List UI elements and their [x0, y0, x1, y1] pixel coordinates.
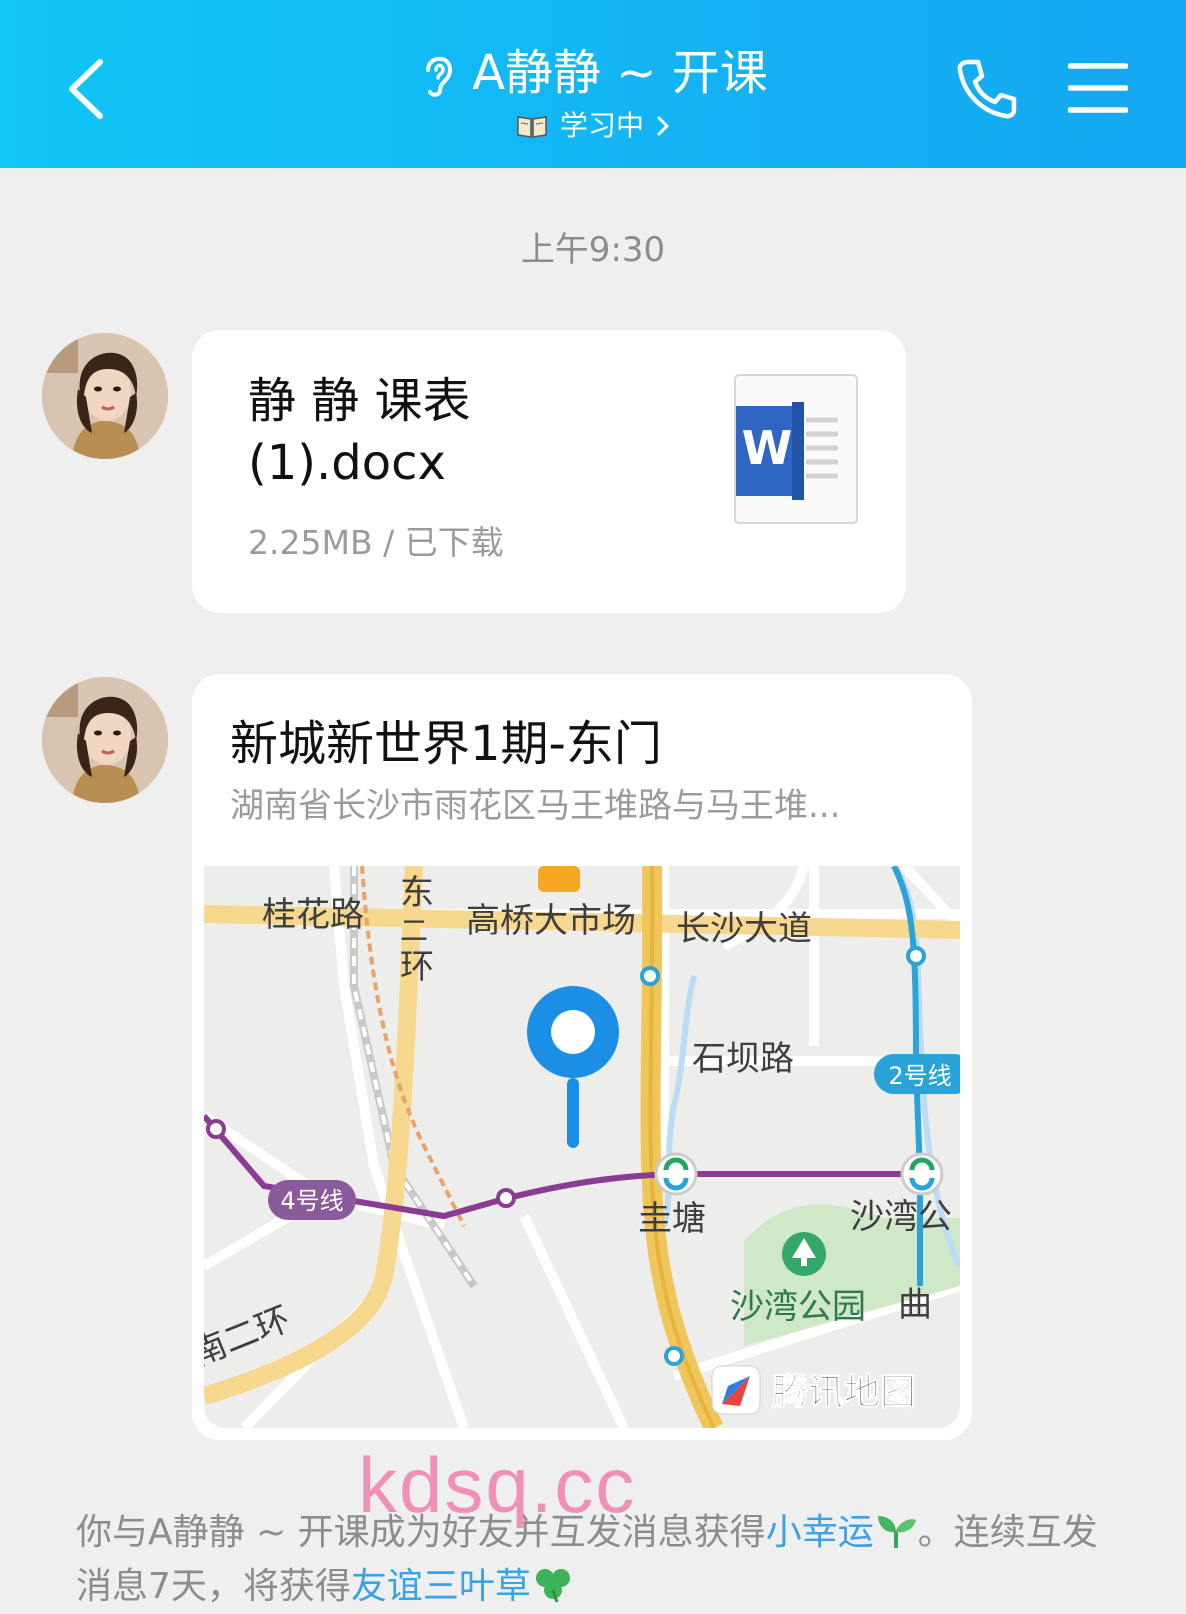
menu-icon[interactable]: [1068, 60, 1128, 116]
map-label-qu: 曲: [898, 1285, 932, 1325]
map-label-shawan: 沙湾公: [850, 1197, 952, 1237]
location-name: 新城新世界1期-东门: [230, 716, 662, 772]
map-label-er: 二: [400, 914, 428, 947]
book-icon: [517, 116, 547, 138]
avatar[interactable]: [42, 677, 168, 803]
message-timestamp: 上午9:30: [520, 230, 666, 270]
map-label-huan: 环: [400, 947, 434, 987]
location-address: 湖南省长沙市雨花区马王堆路与马王堆...: [230, 786, 841, 826]
file-name: 静 静 课表 (1).docx: [248, 373, 471, 491]
tencent-maps-logo: 腾讯地图: [711, 1365, 917, 1415]
chat-header: A静静 ~ 开课 学习中: [0, 0, 1186, 168]
map-label-line2: 2号线: [888, 1062, 951, 1090]
map-label-guitang: 圭塘: [638, 1199, 706, 1239]
avatar-photo: [42, 677, 168, 803]
location-message-bubble[interactable]: 新城新世界1期-东门 湖南省长沙市雨花区马王堆路与马王堆... 4号线 2号线 …: [192, 674, 972, 1440]
avatar[interactable]: [42, 333, 168, 459]
map-label-guihua-road: 桂花路: [262, 895, 364, 935]
contact-name: A静静 ~ 开课: [472, 45, 768, 101]
map-label-shawan-park: 沙湾公园: [730, 1287, 866, 1327]
notice-link-clover[interactable]: 友谊三叶草: [351, 1566, 531, 1607]
map-label-shiba-road: 石坝路: [692, 1039, 794, 1079]
watermark: kdsq.cc: [358, 1441, 637, 1529]
clover-icon: [535, 1569, 570, 1603]
contact-status: 学习中: [559, 109, 644, 142]
word-letter: W: [742, 421, 793, 475]
chevron-right-icon: [657, 116, 669, 136]
map-label-changsha-avenue: 长沙大道: [676, 909, 812, 949]
map-preview[interactable]: 4号线 2号线 桂花路 东 二 环 高桥大市场 长沙大道 石坝路 圭塘 沙湾公 …: [204, 866, 960, 1428]
map-label-dong: 东: [400, 873, 434, 913]
map-label-gaoqiao-market: 高桥大市场: [466, 901, 636, 941]
sprout-icon: [877, 1516, 916, 1548]
file-meta: 2.25MB / 已下载: [248, 523, 504, 562]
word-doc-icon: W: [734, 374, 858, 524]
phone-call-icon[interactable]: [952, 56, 1020, 124]
file-message-bubble[interactable]: 静 静 课表 (1).docx 2.25MB / 已下载 W: [192, 330, 906, 613]
ear-icon: [426, 56, 453, 97]
map-label-line4: 4号线: [280, 1187, 343, 1215]
map-brand-label: 腾讯地图: [772, 1372, 916, 1413]
avatar-photo: [42, 333, 168, 459]
notice-link-lucky[interactable]: 小幸运: [766, 1512, 874, 1553]
